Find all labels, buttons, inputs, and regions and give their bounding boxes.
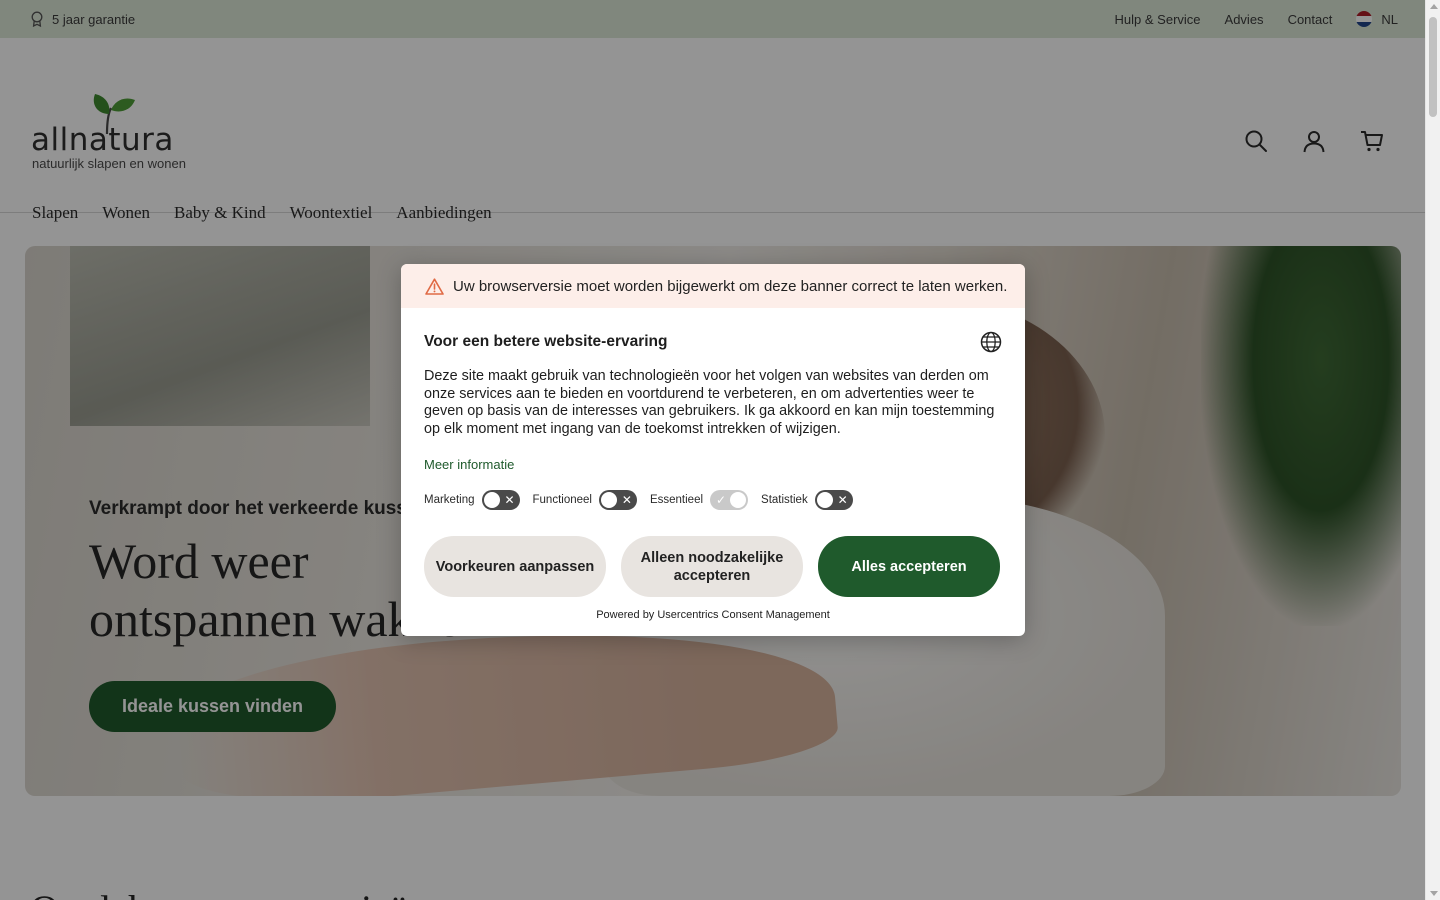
toggle-switch[interactable]: ✕ bbox=[598, 490, 637, 510]
globe-icon[interactable] bbox=[980, 331, 1002, 353]
scrollbar-thumb[interactable] bbox=[1429, 17, 1437, 117]
consent-toggles: Marketing ✕ Functioneel ✕ Essentieel ✓ S… bbox=[424, 490, 1002, 510]
accept-necessary-button[interactable]: Alleen noodzakelijke accepteren bbox=[621, 536, 803, 597]
check-icon: ✓ bbox=[716, 493, 727, 507]
powered-by: Powered by Usercentrics Consent Manageme… bbox=[596, 609, 830, 621]
close-icon: ✕ bbox=[504, 493, 515, 507]
consent-body: Voor een betere website-ervaring Deze si… bbox=[401, 308, 1025, 621]
consent-title: Voor een betere website-ervaring bbox=[424, 333, 668, 350]
toggle-essentieel: Essentieel ✓ bbox=[649, 490, 749, 510]
consent-buttons: Voorkeuren aanpassen Alleen noodzakelijk… bbox=[424, 536, 1002, 597]
accept-all-button[interactable]: Alles accepteren bbox=[818, 536, 1000, 597]
toggle-functioneel[interactable]: Functioneel ✕ bbox=[533, 490, 637, 510]
scroll-up-icon[interactable] bbox=[1430, 4, 1438, 9]
browser-warning: Uw browserversie moet worden bijgewerkt … bbox=[401, 264, 1025, 308]
toggle-label: Marketing bbox=[424, 494, 475, 506]
close-icon: ✕ bbox=[837, 493, 848, 507]
toggle-statistiek[interactable]: Statistiek ✕ bbox=[761, 490, 853, 510]
toggle-label: Statistiek bbox=[761, 494, 808, 506]
toggle-switch-disabled: ✓ bbox=[710, 490, 749, 510]
toggle-marketing[interactable]: Marketing ✕ bbox=[424, 490, 520, 510]
consent-dialog: Uw browserversie moet worden bijgewerkt … bbox=[401, 264, 1025, 636]
scroll-down-icon[interactable] bbox=[1430, 891, 1438, 896]
toggle-switch[interactable]: ✕ bbox=[481, 490, 520, 510]
toggle-label: Essentieel bbox=[649, 494, 704, 506]
consent-description: Deze site maakt gebruik van technologieë… bbox=[424, 368, 995, 437]
close-icon: ✕ bbox=[621, 493, 632, 507]
browser-warning-text: Uw browserversie moet worden bijgewerkt … bbox=[453, 277, 1008, 295]
preferences-button[interactable]: Voorkeuren aanpassen bbox=[424, 536, 606, 597]
more-info-link[interactable]: Meer informatie bbox=[424, 457, 514, 472]
warning-icon bbox=[425, 277, 444, 295]
toggle-label: Functioneel bbox=[532, 494, 592, 506]
consent-header: Voor een betere website-ervaring bbox=[424, 330, 1002, 354]
scrollbar[interactable] bbox=[1425, 0, 1440, 900]
toggle-switch[interactable]: ✕ bbox=[814, 490, 853, 510]
